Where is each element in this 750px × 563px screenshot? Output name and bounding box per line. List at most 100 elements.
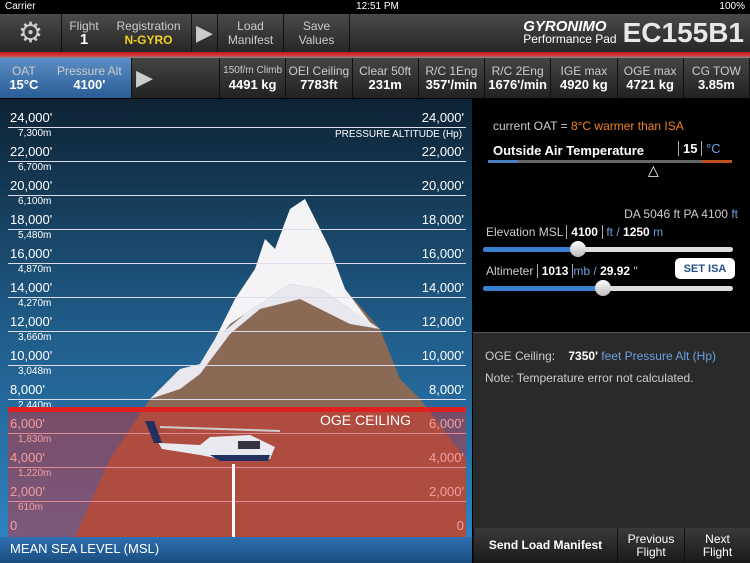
altitude-ft-label: 22,000' [10, 144, 53, 159]
summary-label: R/C 2Eng [491, 64, 544, 78]
pressure-altitude-label: 10,000' [421, 348, 464, 363]
altitude-ft-label: 20,000' [10, 178, 53, 193]
pressure-altitude-label: 22,000' [421, 144, 464, 159]
altimeter-input[interactable]: 1013 [536, 264, 574, 278]
m-unit: m [653, 225, 664, 239]
summary-label: 150f/m Climb [223, 65, 283, 76]
summary-item: R/C 1Eng 357'/min [419, 58, 485, 98]
elevation-label: Elevation MSL [486, 225, 563, 239]
pa-unit: ft [731, 207, 738, 221]
brand-sub: Performance Pad [523, 32, 617, 46]
arrow-right-icon[interactable]: ▶ [192, 14, 218, 52]
helicopter-altitude-marker [232, 464, 235, 537]
da-value: 5046 ft [643, 207, 681, 221]
elevation-slider[interactable] [483, 241, 733, 257]
summary-label: OGE max [623, 64, 677, 78]
altitude-gridline [8, 229, 466, 230]
oat-diff: 8°C warmer than ISA [570, 119, 684, 133]
oat-pa-button[interactable]: OAT 15°C Pressure Alt 4100' [0, 58, 132, 98]
summary-item: 150f/m Climb 4491 kg [220, 58, 287, 98]
elevation-m: 1250 [623, 225, 650, 239]
helicopter-icon[interactable] [140, 415, 290, 465]
altitude-m-label: 4,270m [18, 298, 52, 309]
altitude-m-label: 5,480m [18, 230, 52, 241]
oat-slider[interactable]: △ [488, 160, 732, 178]
pressure-altitude-label: 24,000' [421, 110, 464, 125]
summary-item: Clear 50ft 231m [353, 58, 419, 98]
summary-item: OGE max 4721 kg [618, 58, 684, 98]
altitude-ft-label: 12,000' [10, 314, 53, 329]
altitude-ft-label: 18,000' [10, 212, 53, 227]
clock: 12:51 PM [356, 1, 399, 12]
altitude-gridline [8, 399, 466, 400]
summary-bar: OAT 15°C Pressure Alt 4100' ▶ 150f/m Climb… [0, 58, 750, 98]
summary-value: 4721 kg [626, 77, 674, 92]
ft-unit: ft [606, 225, 613, 239]
mb-unit: mb / [573, 264, 597, 278]
altitude-gridline [8, 331, 466, 332]
summary-value: 231m [368, 77, 402, 92]
msl-label: MEAN SEA LEVEL (MSL) [0, 537, 472, 563]
altitude-ft-label: 8,000' [10, 382, 46, 397]
altitude-m-label: 3,048m [18, 366, 52, 377]
arrow-right-icon[interactable]: ▶ [132, 58, 220, 98]
send-load-manifest-button[interactable]: Send Load Manifest [473, 528, 617, 563]
altitude-gridline [8, 263, 466, 264]
summary-label: R/C 1Eng [425, 64, 478, 78]
altimeter-label: Altimeter [486, 264, 534, 278]
altitude-chart: 24,000' 24,000' 22,000' 22,000' 20,000' 20,00… [0, 99, 472, 537]
pressure-altitude-label: 8,000' [428, 382, 464, 397]
pressure-altitude-label: 16,000' [421, 246, 464, 261]
save-values-button[interactable]: Save Values [284, 14, 350, 52]
registration-value: N-GYRO [124, 33, 173, 47]
pressure-altitude-label: 14,000' [421, 280, 464, 295]
summary-value: 357'/min [425, 77, 478, 92]
set-isa-button[interactable]: SET ISA [675, 258, 735, 279]
altitude-ft-label: 14,000' [10, 280, 53, 295]
previous-flight-button[interactable]: Previous Flight [617, 528, 684, 563]
altitude-m-label: 3,660m [18, 332, 52, 343]
slash: / [616, 225, 620, 239]
pa-title: PRESSURE ALTITUDE (Hp) [335, 129, 463, 140]
load-manifest-button[interactable]: Load Manifest [218, 14, 284, 52]
altimeter-slider[interactable] [483, 280, 733, 296]
load-manifest-label: Load Manifest [227, 19, 274, 47]
altitude-gridline [8, 161, 466, 162]
status-bar: Carrier 12:51 PM 100% [0, 0, 750, 14]
elevation-input[interactable]: 4100 [566, 225, 603, 239]
oat-title: Outside Air Temperature [493, 143, 644, 158]
pressure-altitude-label: 12,000' [421, 314, 464, 329]
altitude-m-label: 6,100m [18, 196, 52, 207]
oge-ceiling-label: OGE CEILING [320, 412, 412, 429]
next-flight-label: Next Flight [702, 531, 733, 559]
gear-icon[interactable]: ⚙ [0, 14, 62, 52]
toolbar: ⚙ Flight 1 Registration N-GYRO ▶ Load Mani… [0, 14, 750, 52]
logo: GYRONIMO Performance Pad EC155B1 [350, 14, 750, 52]
registration-field[interactable]: Registration N-GYRO [106, 14, 192, 52]
note: Note: Temperature error not calculated. [485, 371, 694, 385]
altitude-gridline [8, 195, 466, 196]
oat-input[interactable]: 15 [678, 141, 703, 156]
da-label: DA [624, 207, 641, 221]
oat-unit: °C [706, 141, 721, 156]
registration-label: Registration [116, 19, 181, 33]
oge-value: 7350' [568, 349, 598, 363]
summary-item: CG TOW 3.85m [684, 58, 750, 98]
summary-value: 3.85m [697, 77, 735, 92]
altitude-ft-label: 24,000' [10, 110, 53, 125]
pressure-altitude-label: 20,000' [421, 178, 464, 193]
summary-label: CG TOW [691, 64, 741, 78]
summary-item: R/C 2Eng 1676'/min [485, 58, 552, 98]
next-flight-button[interactable]: Next Flight [684, 528, 750, 563]
pa-label: Pressure Alt [56, 64, 122, 78]
altitude-m-label: 6,700m [18, 162, 52, 173]
oat-pointer-icon[interactable]: △ [648, 162, 659, 179]
summary-label: OEI Ceiling [288, 64, 350, 78]
flight-value: 1 [79, 31, 89, 48]
flight-field[interactable]: Flight 1 [62, 14, 106, 52]
altitude-m-label: 7,300m [18, 128, 52, 139]
altitude-m-label: 4,870m [18, 264, 52, 275]
altitude-ft-label: 16,000' [10, 246, 53, 261]
pressure-altitude-label: 18,000' [421, 212, 464, 227]
altitude-gridline [8, 365, 466, 366]
